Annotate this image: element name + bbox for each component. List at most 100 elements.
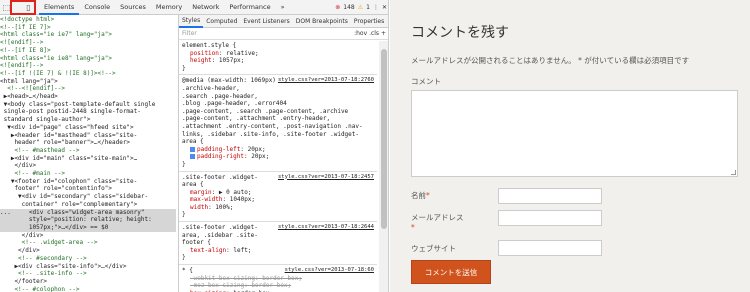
menu-icon[interactable]: ⋮ [373,4,379,11]
dom-node-line[interactable]: <!--[if IE 8]> [0,47,176,55]
property-name[interactable]: -moz-box-sizing [190,282,244,289]
css-property[interactable]: -webkit-box-sizing: border-box; [182,275,374,283]
property-name[interactable]: text-align [190,247,226,254]
property-value[interactable]: relative; [226,50,259,57]
property-value[interactable]: border-box; [262,275,302,282]
resize-handle-icon[interactable] [731,170,736,175]
error-count[interactable]: 148 [343,4,354,11]
rule-selector[interactable]: element.style { [182,42,374,50]
website-field[interactable] [498,240,602,256]
tab-network[interactable]: Network [187,0,224,15]
dom-node-line[interactable]: ▶<div class="site-info">…</div> [0,263,176,271]
rule-source-link[interactable]: style.css?ver=2013-07-18:60 [285,267,374,275]
dom-node-line[interactable]: <![endif]--> [0,62,176,70]
dom-node-line[interactable]: <!-- #masthead --> [0,147,176,155]
tab-memory[interactable]: Memory [151,0,187,15]
css-property[interactable]: padding-left: 20px; [182,146,374,154]
property-name[interactable]: padding-left [197,146,240,153]
email-field[interactable] [498,210,602,226]
dom-node-line[interactable]: <!--<![endif]--> [0,85,176,93]
css-property[interactable]: height: 1057px; [182,57,374,65]
dom-node-line[interactable]: ... <div class="widget-area masonry" [0,208,176,217]
dom-node-line[interactable]: <html class="ie ie8" lang="ja"> [0,55,176,63]
filter-input[interactable]: Filter [182,30,197,37]
dom-node-line[interactable]: <!-- #main --> [0,170,176,178]
rule-selector[interactable]: @media (max-width: 1069px) .archive-head… [182,77,374,145]
property-value[interactable]: 20px; [248,146,266,153]
more-tabs-button[interactable]: » [276,0,290,15]
styles-scrollbar[interactable] [379,41,388,292]
dom-node-line[interactable]: ▼<div id="page" class="hfeed site"> [0,124,176,132]
styles-tab-dom-breakpoints[interactable]: DOM Breakpoints [293,18,351,25]
property-name[interactable]: position [190,50,219,57]
dom-node-line[interactable]: 1057px;">…</div> == $0 [0,223,176,232]
property-checkbox[interactable] [190,154,195,160]
dom-node-line[interactable]: ▶<head>…</head> [0,93,176,101]
property-name[interactable]: max-width [190,196,223,203]
styles-tab-properties[interactable]: Properties [351,18,387,25]
dom-node-line[interactable]: standard single-author"> [0,116,176,124]
dom-node-line[interactable]: single-post postid-2448 single-format- [0,108,176,116]
dom-node-line[interactable]: <![endif]--> [0,39,176,47]
property-value[interactable]: ▶ 0 auto; [219,189,252,196]
dom-node-line[interactable]: footer" role="contentinfo"> [0,185,176,193]
tab-elements[interactable]: Elements [39,0,80,15]
styles-tab-event-listeners[interactable]: Event Listeners [240,18,292,25]
scrollbar-thumb[interactable] [381,49,387,229]
dom-node-line[interactable]: <!doctype html> [0,16,176,24]
tab-performance[interactable]: Performance [224,0,275,15]
dom-node-line[interactable]: <!-- .widget-area --> [0,239,176,247]
dom-node-line[interactable]: <!--[if !(IE 7) & !(IE 8)]><!--> [0,70,176,78]
dom-node-line[interactable]: ▼<body class="post-template-default sing… [0,101,176,109]
dom-node-line[interactable]: </div> [0,247,176,255]
css-property[interactable]: -moz-box-sizing: border-box; [182,282,374,290]
rule-source-link[interactable]: style.css?ver=2013-07-18:2457 [278,174,374,182]
dom-node-line[interactable]: ▶<header id="masthead" class="site- [0,132,176,140]
property-name[interactable]: -webkit-box-sizing [190,275,255,282]
dom-node-line[interactable]: <html class="ie ie7" lang="ja"> [0,31,176,39]
property-value[interactable]: 100%; [215,204,233,211]
css-property[interactable]: text-align: left; [182,247,374,255]
css-property[interactable]: width: 100%; [182,204,374,212]
property-value[interactable]: left; [233,247,251,254]
dom-node-line[interactable]: <html lang="ja"> [0,78,176,86]
dom-node-line[interactable]: </footer> [0,278,176,286]
property-name[interactable]: padding-right [197,153,244,160]
rule-source-link[interactable]: style.css?ver=2013-07-18:2644 [278,224,374,232]
rule-source-link[interactable]: style.css?ver=2013-07-18:2760 [278,77,374,85]
dom-node-line[interactable]: <!-- #colophon --> [0,286,176,292]
dom-node-line[interactable]: <!-- #secondary --> [0,255,176,263]
property-name[interactable]: height [190,57,212,64]
property-value[interactable]: 20px; [251,153,269,160]
filter-controls[interactable]: :hov .cls + [354,30,386,37]
tab-sources[interactable]: Sources [115,0,151,15]
warning-count[interactable]: 1 [366,4,370,11]
css-property[interactable]: max-width: 1040px; [182,196,374,204]
name-field[interactable] [498,188,602,204]
property-name[interactable]: margin [190,189,212,196]
dom-node-line[interactable]: <!-- .site-info --> [0,270,176,278]
dom-node-line[interactable]: <!--[if IE 7]> [0,24,176,32]
styles-tab-computed[interactable]: Computed [203,18,240,25]
dom-node-line[interactable]: </div> [0,232,176,240]
dom-node-line[interactable]: ▶<div id="main" class="site-main">… [0,155,176,163]
tab-console[interactable]: Console [79,0,115,15]
css-property[interactable]: margin: ▶ 0 auto; [182,189,374,197]
close-icon[interactable]: ✕ [382,4,387,11]
dom-node-line[interactable]: header" role="banner">…</header> [0,139,176,147]
dom-node-line[interactable]: ▼<footer id="colophon" class="site- [0,178,176,186]
submit-comment-button[interactable]: コメントを送信 [411,260,491,284]
css-property[interactable]: position: relative; [182,50,374,58]
comment-textarea[interactable] [411,90,738,177]
styles-tab-styles[interactable]: Styles [179,15,204,28]
property-value[interactable]: 1057px; [219,57,244,64]
property-checkbox[interactable] [190,146,195,152]
dom-node-line[interactable]: style="position: relative; height: [0,216,176,224]
property-value[interactable]: 1040px; [230,196,255,203]
dom-node-line[interactable]: </div> [0,162,176,170]
dom-node-line[interactable]: ▼<div id="secondary" class="sidebar- [0,193,176,201]
property-name[interactable]: width [190,204,208,211]
property-value[interactable]: border-box; [251,282,291,289]
dom-node-line[interactable]: container" role="complementary"> [0,201,176,209]
css-property[interactable]: padding-right: 20px; [182,153,374,161]
